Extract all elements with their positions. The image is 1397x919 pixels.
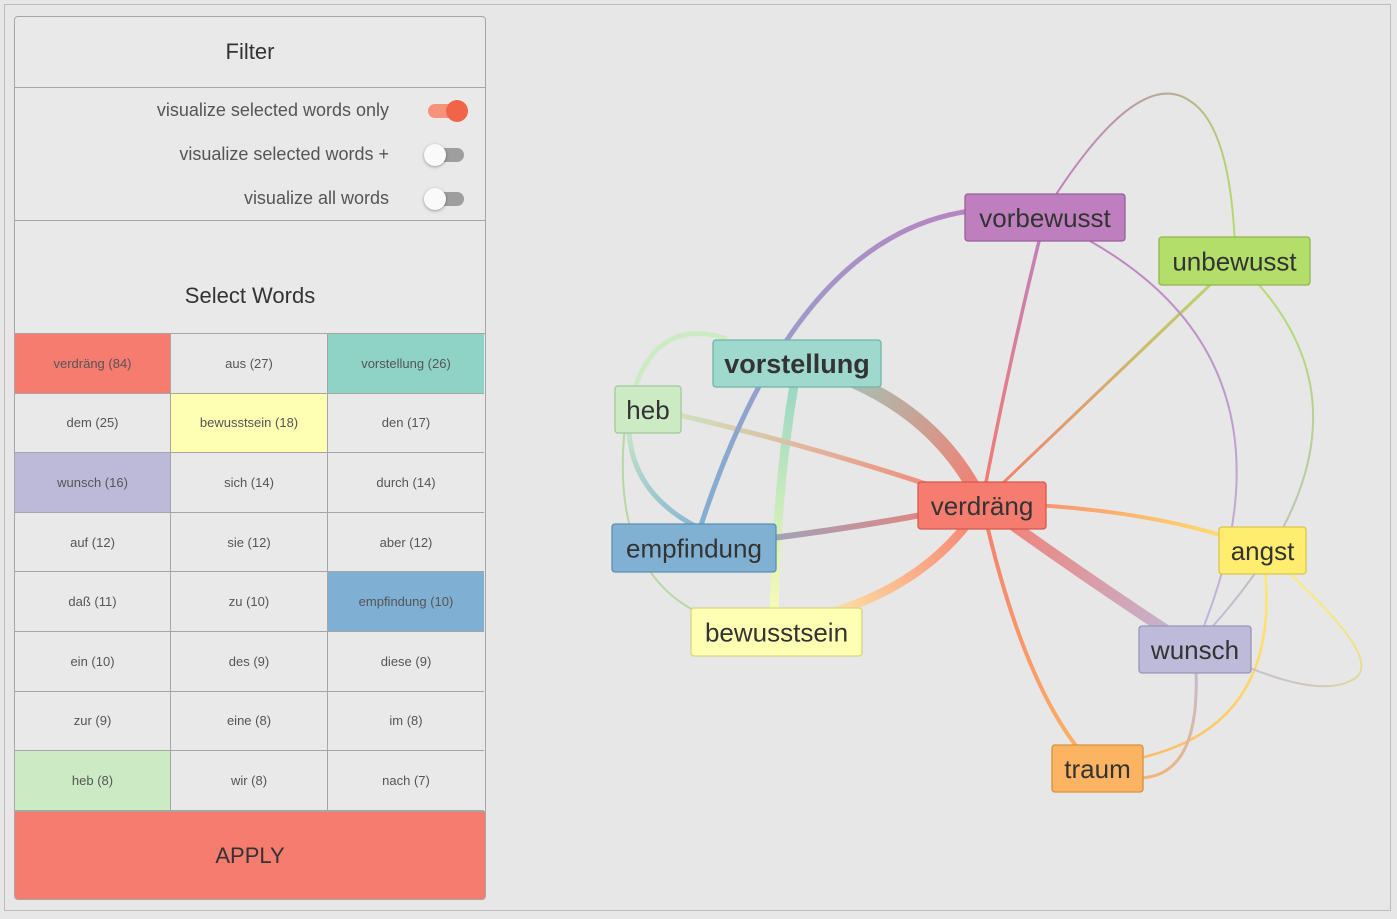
node-label: traum xyxy=(1064,754,1130,784)
node-vorbewusst[interactable]: vorbewusst xyxy=(964,193,1126,242)
edge-wunsch-traum xyxy=(1138,669,1198,780)
word-cell[interactable]: verdräng (84) xyxy=(15,334,171,394)
edge-vorbewusst-wunsch xyxy=(1089,240,1238,637)
node-unbewusst[interactable]: unbewusst xyxy=(1158,236,1311,286)
word-cell[interactable]: vorstellung (26) xyxy=(328,334,484,394)
word-cell[interactable]: aber (12) xyxy=(328,513,484,573)
node-heb[interactable]: heb xyxy=(614,385,682,434)
node-verdraeng[interactable]: verdräng xyxy=(917,481,1047,530)
word-cell[interactable]: aus (27) xyxy=(171,334,328,394)
word-cell[interactable]: dem (25) xyxy=(15,393,171,454)
node-label: heb xyxy=(626,395,669,425)
toggle-switch-selected-only[interactable] xyxy=(428,100,468,122)
toggle-row-selected-only[interactable]: visualize selected words only xyxy=(15,96,485,126)
word-cell[interactable]: durch (14) xyxy=(328,453,484,513)
node-label: wunsch xyxy=(1150,635,1239,665)
apply-button[interactable]: APPLY xyxy=(15,811,485,899)
word-cell[interactable]: zur (9) xyxy=(15,691,171,752)
filter-panel: Filter visualize selected words only vis… xyxy=(14,16,486,900)
edge-verdraeng-unbewusst xyxy=(980,259,1237,505)
word-cell[interactable]: empfindung (10) xyxy=(328,572,484,632)
toggle-label-selected-only: visualize selected words only xyxy=(156,100,389,120)
node-bewusstsein[interactable]: bewusstsein xyxy=(690,607,863,657)
node-empfindung[interactable]: empfindung xyxy=(611,523,777,573)
word-cell[interactable]: zu (10) xyxy=(171,572,328,632)
filter-title: Filter xyxy=(15,17,485,88)
node-label: vorbewusst xyxy=(979,203,1111,233)
toggle-group: visualize selected words only visualize … xyxy=(15,88,485,221)
toggle-switch-selected-plus[interactable] xyxy=(424,144,464,166)
word-cell[interactable]: wir (8) xyxy=(171,751,328,811)
toggle-knob xyxy=(424,188,446,210)
word-cell[interactable]: sich (14) xyxy=(171,453,328,513)
word-cell[interactable]: daß (11) xyxy=(15,572,171,632)
node-label: verdräng xyxy=(931,491,1034,521)
toggle-row-selected-plus[interactable]: visualize selected words + xyxy=(15,140,485,170)
word-cell[interactable]: wunsch (16) xyxy=(15,453,171,513)
toggle-switch-all-words[interactable] xyxy=(424,188,464,210)
node-traum[interactable]: traum xyxy=(1051,744,1144,793)
toggle-knob xyxy=(424,144,446,166)
word-cell[interactable]: diese (9) xyxy=(328,632,484,692)
word-cell[interactable]: eine (8) xyxy=(171,691,328,752)
word-cell[interactable]: bewusstsein (18) xyxy=(171,393,328,454)
word-graph: vorbewusst unbewusst vorstellung heb verdrän… xyxy=(611,92,1363,793)
word-grid: verdräng (84) aus (27) vorstellung (26) dem… xyxy=(15,333,485,812)
node-label: empfindung xyxy=(626,533,762,563)
node-label: bewusstsein xyxy=(705,617,848,647)
word-cell[interactable]: des (9) xyxy=(171,631,328,692)
word-cell[interactable]: heb (8) xyxy=(15,751,171,811)
edge-verdraeng-vorbewusst xyxy=(980,215,1047,505)
toggle-row-all-words[interactable]: visualize all words xyxy=(15,184,485,214)
word-cell[interactable]: auf (12) xyxy=(15,512,171,573)
word-cell[interactable]: nach (7) xyxy=(328,751,484,811)
toggle-label-all-words: visualize all words xyxy=(243,188,389,208)
select-words-title: Select Words xyxy=(184,283,316,308)
node-label: angst xyxy=(1231,536,1295,566)
node-angst[interactable]: angst xyxy=(1218,526,1307,575)
word-cell[interactable]: den (17) xyxy=(328,394,484,454)
word-cell[interactable]: im (8) xyxy=(328,692,484,752)
graph-nodes: vorbewusst unbewusst vorstellung heb verdrän… xyxy=(611,193,1311,793)
node-wunsch[interactable]: wunsch xyxy=(1138,625,1252,674)
node-vorstellung[interactable]: vorstellung xyxy=(712,339,882,388)
toggle-knob xyxy=(446,100,468,122)
node-label: vorstellung xyxy=(724,349,870,379)
word-cell[interactable]: ein (10) xyxy=(15,631,171,692)
word-cell[interactable]: sie (12) xyxy=(171,512,328,573)
edge-vorstellung-bewusstsein xyxy=(769,357,803,635)
node-label: unbewusst xyxy=(1172,246,1297,276)
toggle-label-selected-plus: visualize selected words + xyxy=(179,144,389,164)
